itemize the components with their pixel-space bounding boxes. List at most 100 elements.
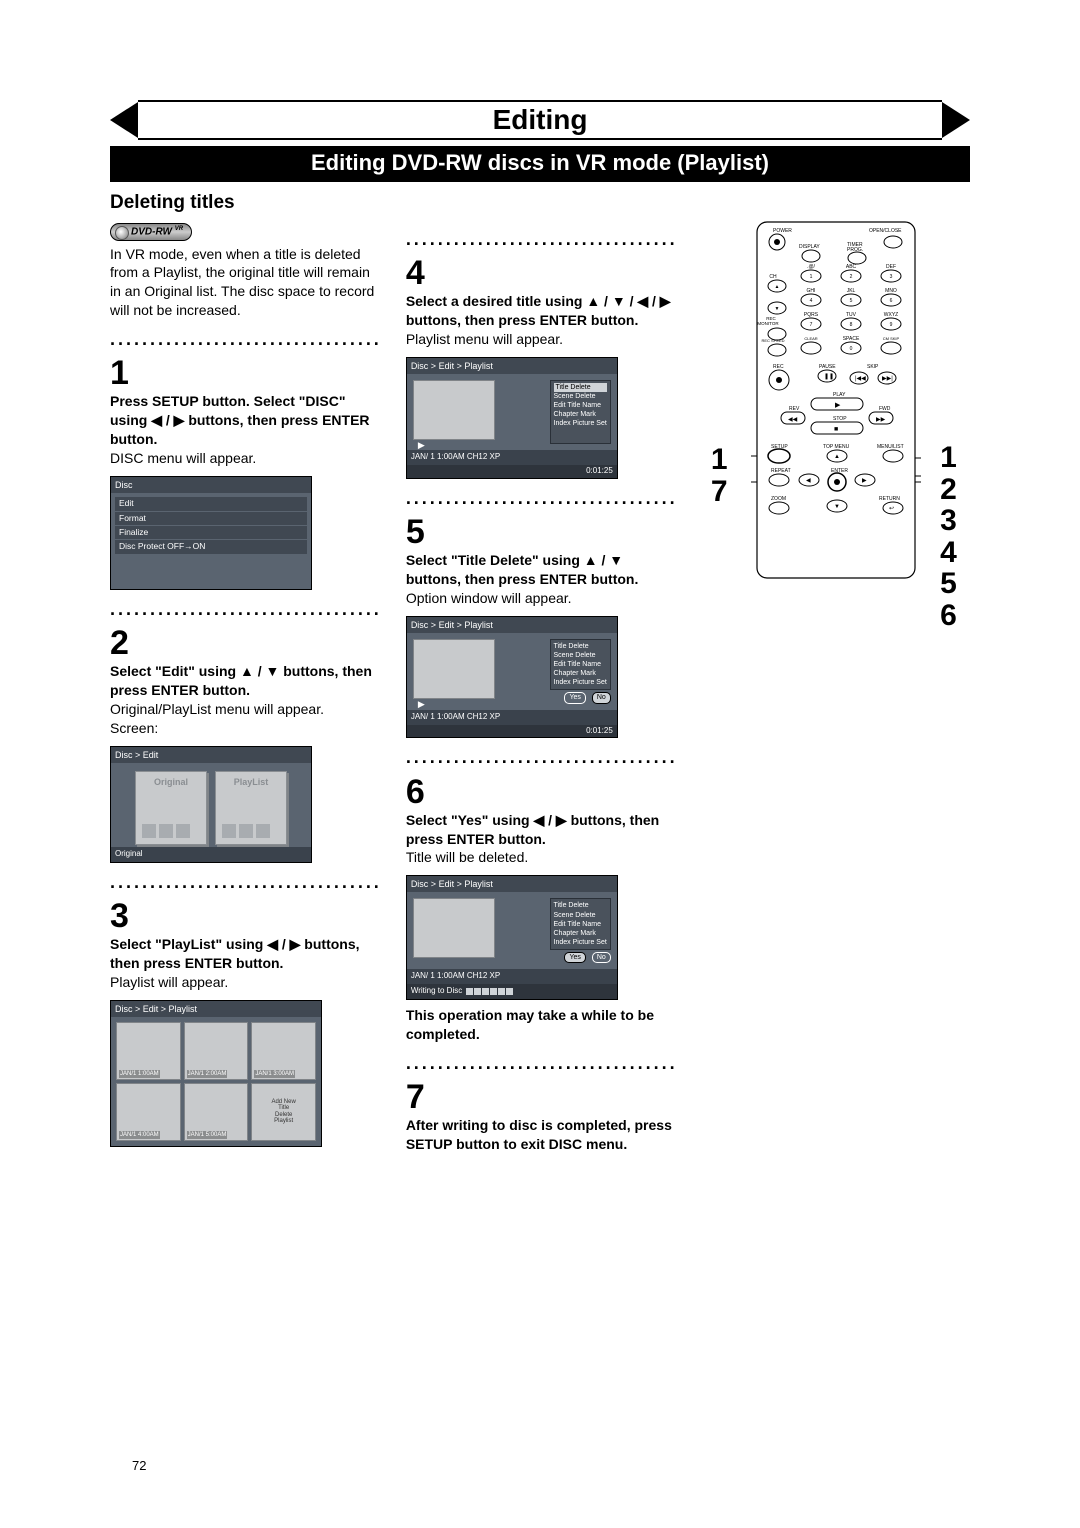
step-2-text: Original/PlayList menu will appear. Scre…: [110, 700, 382, 738]
svg-text:■: ■: [834, 426, 838, 433]
column-middle: ·································· 4 Sel…: [406, 220, 678, 1154]
svg-text:7: 7: [809, 322, 812, 328]
step-4-text: Playlist menu will appear.: [406, 330, 678, 349]
callout-right-3: 3: [940, 505, 957, 537]
banner-diamond-right: [942, 102, 970, 138]
callout-right-4: 4: [940, 537, 957, 569]
svg-text:PAUSE: PAUSE: [819, 364, 836, 370]
svg-text:TOP MENU: TOP MENU: [823, 444, 850, 450]
svg-text:SPACE: SPACE: [843, 336, 860, 342]
fig-writing-disc: Disc > Edit > Playlist Title Delete Scen…: [406, 875, 618, 1000]
separator: ··································: [110, 875, 382, 899]
page-number: 72: [132, 1458, 146, 1473]
step-5-bold: Select "Title Delete" using ▲ / ▼ button…: [406, 551, 678, 589]
svg-text:DEF: DEF: [886, 264, 896, 270]
svg-text:MENU/LIST: MENU/LIST: [877, 444, 904, 450]
step-3-text: Playlist will appear.: [110, 973, 382, 992]
svg-text:▶▶: ▶▶: [876, 417, 886, 423]
step-3-number: 3: [110, 899, 382, 933]
svg-text:9: 9: [889, 322, 892, 328]
step-7-number: 7: [406, 1080, 678, 1114]
svg-text:SKIP: SKIP: [867, 364, 879, 370]
svg-text:REV: REV: [789, 406, 800, 412]
section-title: Deleting titles: [110, 192, 970, 214]
svg-text:2: 2: [849, 274, 852, 280]
svg-text:POWER: POWER: [773, 228, 792, 234]
callout-right-5: 5: [940, 568, 957, 600]
step-1-number: 1: [110, 356, 382, 390]
fig-edit-menu: Disc > Edit Original PlayList Original: [110, 746, 312, 863]
fig-disc-menu: Disc Edit Format Finalize Disc Protect O…: [110, 476, 312, 590]
svg-text:REC: REC: [773, 364, 784, 370]
svg-text:DISPLAY: DISPLAY: [799, 244, 820, 250]
step-5-number: 5: [406, 515, 678, 549]
fig-title-delete-confirm: Disc > Edit > Playlist ▶ Title Delete Sc…: [406, 616, 618, 739]
svg-text:◀: ◀: [806, 478, 811, 484]
svg-text:▲: ▲: [834, 454, 840, 460]
svg-text:◀◀: ◀◀: [788, 417, 798, 423]
svg-text:4: 4: [809, 298, 812, 304]
svg-text:.@/: .@/: [807, 264, 815, 270]
svg-text:▲: ▲: [774, 284, 779, 290]
separator: ··································: [110, 602, 382, 626]
svg-text:3: 3: [889, 274, 892, 280]
step-5-text: Option window will appear.: [406, 589, 678, 608]
svg-text:↩: ↩: [889, 506, 894, 512]
svg-text:RETURN: RETURN: [879, 496, 900, 502]
separator: ··································: [110, 332, 382, 356]
step-6-warning: This operation may take a while to be co…: [406, 1006, 678, 1044]
svg-text:1: 1: [809, 274, 812, 280]
svg-text:ABC: ABC: [846, 264, 857, 270]
separator: ··································: [406, 1056, 678, 1080]
svg-text:OPEN/CLOSE: OPEN/CLOSE: [869, 228, 902, 234]
svg-text:❚❚: ❚❚: [824, 373, 834, 380]
sub-banner: Editing DVD-RW discs in VR mode (Playlis…: [110, 146, 970, 182]
svg-text:CM SKIP: CM SKIP: [883, 336, 900, 341]
svg-text:▼: ▼: [834, 504, 840, 510]
callout-right-6: 6: [940, 600, 957, 632]
svg-text:JKL: JKL: [847, 288, 856, 294]
intro-text: In VR mode, even when a title is deleted…: [110, 245, 382, 321]
step-6-text: Title will be deleted.: [406, 848, 678, 867]
dvd-rw-badge: DVD-RW VR: [110, 223, 192, 241]
separator: ··································: [406, 750, 678, 774]
page-title: Editing: [138, 104, 942, 136]
svg-text:6: 6: [889, 298, 892, 304]
separator: ··································: [406, 491, 678, 515]
svg-text:PLAY: PLAY: [833, 392, 846, 398]
fig-title-menu: Disc > Edit > Playlist ▶ Title Delete Sc…: [406, 357, 618, 479]
fig-playlist-grid: Disc > Edit > Playlist JAN/1 1:00AM JAN/…: [110, 1000, 322, 1147]
step-2-number: 2: [110, 626, 382, 660]
banner: Editing: [110, 100, 970, 140]
callout-right-2: 2: [940, 474, 957, 506]
column-left: DVD-RW VR In VR mode, even when a title …: [110, 220, 382, 1154]
svg-text:MONITOR: MONITOR: [757, 321, 779, 326]
step-7-bold: After writing to disc is completed, pres…: [406, 1116, 678, 1154]
svg-text:▶: ▶: [835, 402, 841, 409]
svg-text:TUV: TUV: [846, 312, 857, 318]
svg-text:CH: CH: [769, 274, 777, 280]
svg-text:▼: ▼: [774, 306, 779, 312]
step-1-text: DISC menu will appear.: [110, 449, 382, 468]
svg-text:GHI: GHI: [806, 288, 815, 294]
step-4-bold: Select a desired title using ▲ / ▼ / ◀ /…: [406, 292, 678, 330]
callout-enter-left: 7: [711, 472, 728, 513]
separator: ··································: [406, 232, 678, 256]
svg-text:PQRS: PQRS: [804, 312, 819, 318]
svg-text:CLEAR: CLEAR: [804, 336, 817, 341]
column-right: POWER OPEN/CLOSE DISPLAY TIMERPROG. .@/A…: [702, 220, 970, 1154]
svg-text:|◀◀: |◀◀: [855, 376, 866, 382]
svg-text:REPEAT: REPEAT: [771, 468, 791, 474]
svg-text:▶: ▶: [862, 478, 867, 484]
step-6-bold: Select "Yes" using ◀ / ▶ buttons, then p…: [406, 811, 678, 849]
step-3-bold: Select "PlayList" using ◀ / ▶ buttons, t…: [110, 935, 382, 973]
step-6-number: 6: [406, 775, 678, 809]
remote-control-figure: POWER OPEN/CLOSE DISPLAY TIMERPROG. .@/A…: [751, 220, 921, 580]
svg-text:WXYZ: WXYZ: [884, 312, 898, 318]
step-2-bold: Select "Edit" using ▲ / ▼ buttons, then …: [110, 662, 382, 700]
step-1-bold: Press SETUP button. Select "DISC" using …: [110, 392, 382, 449]
svg-text:0: 0: [849, 346, 852, 352]
svg-text:8: 8: [849, 322, 852, 328]
svg-text:REC SPEED: REC SPEED: [761, 338, 784, 343]
svg-text:5: 5: [849, 298, 852, 304]
